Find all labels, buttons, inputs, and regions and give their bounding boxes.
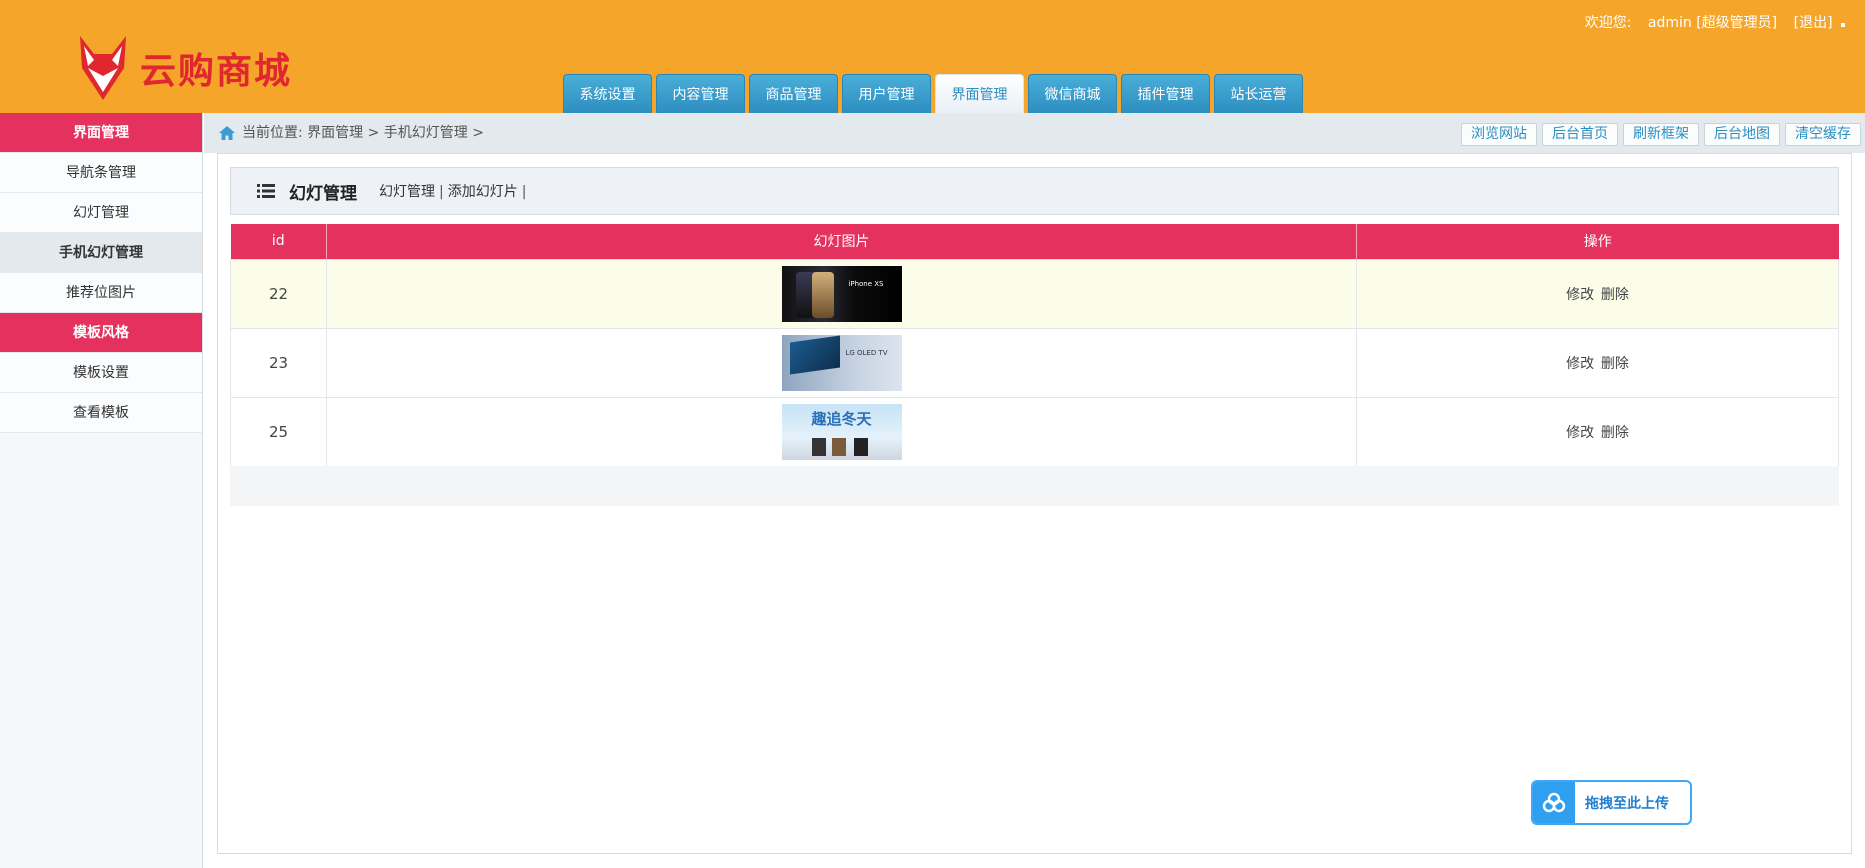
logo[interactable]: 云购商城 xyxy=(74,32,294,104)
edit-link[interactable]: 修改 xyxy=(1566,287,1594,303)
top-header: 云购商城 欢迎您: admin [超级管理员] [退出] 系统设置 内容管理 商… xyxy=(0,0,1865,113)
cell-actions: 修改 删除 xyxy=(1356,327,1839,398)
tv-graphic xyxy=(789,334,840,375)
panel-header: 幻灯管理 幻灯管理 | 添加幻灯片 | xyxy=(230,167,1839,215)
tab-plugin-management[interactable]: 插件管理 xyxy=(1121,74,1210,113)
sidebar-heading-interface[interactable]: 界面管理 xyxy=(0,113,202,153)
admin-home-button[interactable]: 后台首页 xyxy=(1542,123,1618,146)
tab-interface-management[interactable]: 界面管理 xyxy=(935,74,1024,113)
sidebar-item-view-templates[interactable]: 查看模板 xyxy=(0,393,202,433)
breadcrumb: 当前位置: 界面管理 > 手机幻灯管理 > xyxy=(218,113,484,153)
delete-link[interactable]: 删除 xyxy=(1601,356,1629,372)
slides-table: id 幻灯图片 操作 22 iPhone XS 修改 删除 23 LG OLED… xyxy=(230,224,1839,467)
browse-site-button[interactable]: 浏览网站 xyxy=(1461,123,1537,146)
thumbnail-caption: iPhone XS xyxy=(848,279,884,288)
breadcrumb-text: 当前位置: 界面管理 > 手机幻灯管理 > xyxy=(242,125,484,141)
sidebar-heading-template-style[interactable]: 模板风格 xyxy=(0,313,202,353)
cell-actions: 修改 删除 xyxy=(1356,396,1839,467)
sidebar-item-navbar[interactable]: 导航条管理 xyxy=(0,153,202,193)
edit-link[interactable]: 修改 xyxy=(1566,356,1594,372)
product-graphic xyxy=(853,437,868,456)
toolbar: 浏览网站 后台首页 刷新框架 后台地图 清空缓存 xyxy=(1456,123,1861,146)
column-header-image: 幻灯图片 xyxy=(326,224,1357,259)
tab-webmaster-operations[interactable]: 站长运营 xyxy=(1214,74,1303,113)
slide-thumbnail[interactable]: 趣追冬天 xyxy=(781,403,902,460)
add-slide-link[interactable]: 添加幻灯片 xyxy=(448,184,518,200)
page-title: 幻灯管理 xyxy=(289,183,357,204)
drag-upload-button[interactable]: 拖拽至此上传 xyxy=(1531,780,1692,825)
fox-logo-icon xyxy=(80,36,126,100)
phone-graphic xyxy=(811,271,834,318)
dot-icon xyxy=(1841,23,1845,27)
sidebar-item-mobile-slides[interactable]: 手机幻灯管理 xyxy=(0,233,202,273)
logout-link[interactable]: [退出] xyxy=(1794,15,1833,31)
thumbnail-caption: 趣追冬天 xyxy=(811,409,872,428)
column-header-actions: 操作 xyxy=(1356,224,1839,259)
cell-id: 23 xyxy=(230,327,327,398)
tab-product-management[interactable]: 商品管理 xyxy=(749,74,838,113)
sidebar-item-recommend-images[interactable]: 推荐位图片 xyxy=(0,273,202,313)
column-header-id: id xyxy=(230,224,327,259)
home-icon xyxy=(219,126,235,140)
list-icon xyxy=(257,184,275,198)
sidebar: 界面管理 导航条管理 幻灯管理 手机幻灯管理 推荐位图片 模板风格 模板设置 查… xyxy=(0,113,203,868)
table-row: 22 iPhone XS 修改 删除 xyxy=(230,258,1839,329)
logo-text: 云购商城 xyxy=(140,51,293,92)
tab-system-settings[interactable]: 系统设置 xyxy=(563,74,652,113)
delete-link[interactable]: 删除 xyxy=(1601,287,1629,303)
clear-cache-button[interactable]: 清空缓存 xyxy=(1785,123,1861,146)
slide-manage-link[interactable]: 幻灯管理 xyxy=(379,184,435,200)
top-nav: 系统设置 内容管理 商品管理 用户管理 界面管理 微信商城 插件管理 站长运营 xyxy=(563,74,1307,113)
cell-image: 趣追冬天 xyxy=(326,396,1357,467)
upload-label: 拖拽至此上传 xyxy=(1585,795,1669,812)
panel-links: 幻灯管理 | 添加幻灯片 | xyxy=(379,181,530,201)
product-graphic xyxy=(811,437,826,456)
table-footer xyxy=(230,466,1839,506)
edit-link[interactable]: 修改 xyxy=(1566,425,1594,441)
cell-image: LG OLED TV xyxy=(326,327,1357,398)
tab-user-management[interactable]: 用户管理 xyxy=(842,74,931,113)
admin-map-button[interactable]: 后台地图 xyxy=(1704,123,1780,146)
tab-wechat-mall[interactable]: 微信商城 xyxy=(1028,74,1117,113)
breadcrumb-bar: 当前位置: 界面管理 > 手机幻灯管理 > 浏览网站 后台首页 刷新框架 后台地… xyxy=(204,113,1865,153)
cell-id: 25 xyxy=(230,396,327,467)
cell-actions: 修改 删除 xyxy=(1356,258,1839,329)
main-content: 幻灯管理 幻灯管理 | 添加幻灯片 | id 幻灯图片 操作 22 iPhone XS xyxy=(217,153,1852,854)
link-separator: | xyxy=(521,184,527,200)
table-header-row: id 幻灯图片 操作 xyxy=(230,224,1839,259)
sidebar-item-template-settings[interactable]: 模板设置 xyxy=(0,353,202,393)
thumbnail-caption: LG OLED TV xyxy=(845,348,888,357)
cell-image: iPhone XS xyxy=(326,258,1357,329)
link-separator: | xyxy=(439,184,444,200)
welcome-label: 欢迎您: xyxy=(1584,15,1632,31)
cell-id: 22 xyxy=(230,258,327,329)
table-row: 23 LG OLED TV 修改 删除 xyxy=(230,327,1839,398)
user-name: admin [超级管理员] xyxy=(1647,15,1778,31)
sidebar-item-slides[interactable]: 幻灯管理 xyxy=(0,193,202,233)
delete-link[interactable]: 删除 xyxy=(1601,425,1629,441)
tab-content-management[interactable]: 内容管理 xyxy=(656,74,745,113)
cloud-upload-icon xyxy=(1533,782,1575,823)
slide-thumbnail[interactable]: iPhone XS xyxy=(781,265,902,322)
slide-thumbnail[interactable]: LG OLED TV xyxy=(781,334,902,391)
product-graphic xyxy=(831,437,846,456)
table-row: 25 趣追冬天 修改 删除 xyxy=(230,396,1839,467)
refresh-frame-button[interactable]: 刷新框架 xyxy=(1623,123,1699,146)
welcome-bar: 欢迎您: admin [超级管理员] [退出] xyxy=(1573,12,1845,32)
